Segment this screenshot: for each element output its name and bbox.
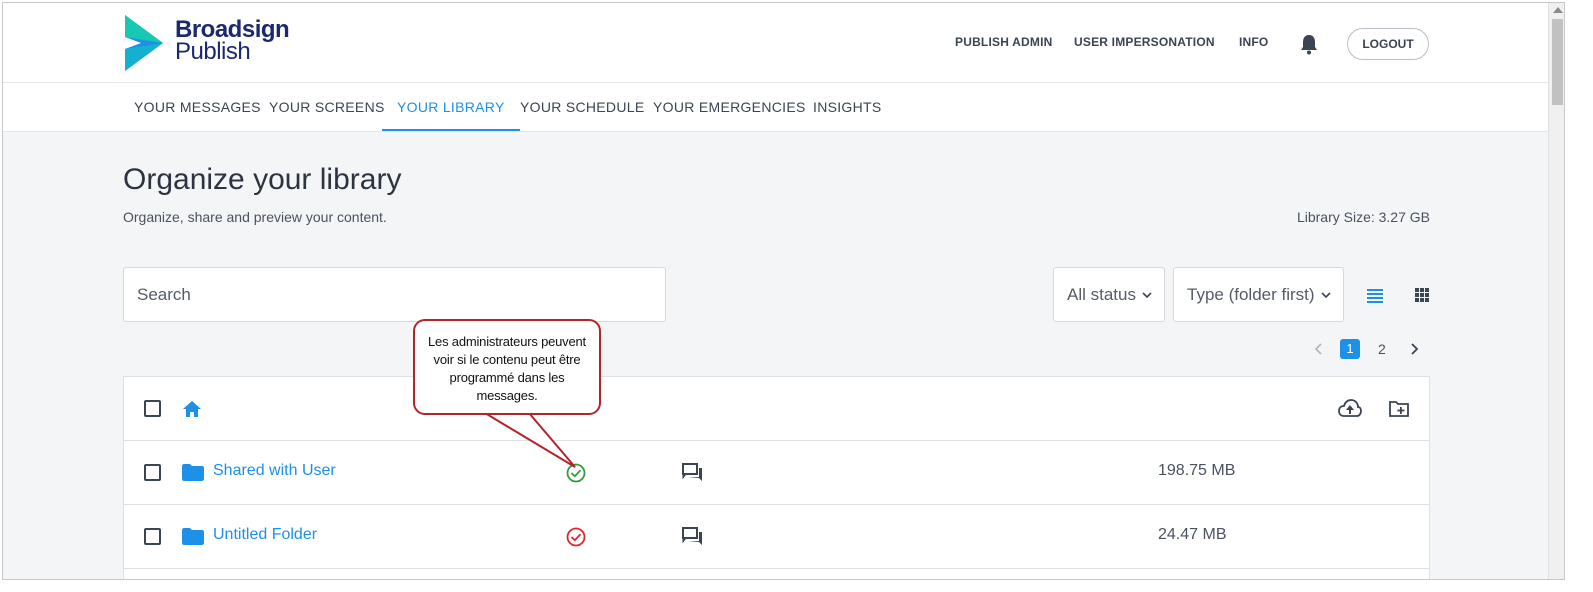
nav-info[interactable]: INFO	[1239, 35, 1268, 49]
home-icon[interactable]	[182, 400, 202, 418]
chevron-down-icon	[1321, 292, 1331, 299]
tab-insights[interactable]: INSIGHTS	[813, 83, 882, 131]
folder-name-link[interactable]: Shared with User	[213, 462, 336, 480]
chevron-down-icon	[1142, 292, 1152, 299]
search-input[interactable]	[123, 267, 666, 322]
table-header-row	[124, 377, 1429, 441]
tab-your-messages[interactable]: YOUR MESSAGES	[134, 83, 261, 131]
tab-your-schedule[interactable]: YOUR SCHEDULE	[520, 83, 644, 131]
page-subtitle: Organize, share and preview your content…	[123, 209, 387, 225]
logo-mark-icon	[125, 15, 163, 71]
row-checkbox[interactable]	[144, 464, 161, 481]
page-button-current[interactable]: 1	[1340, 339, 1360, 359]
tab-your-emergencies[interactable]: YOUR EMERGENCIES	[653, 83, 806, 131]
select-all-checkbox[interactable]	[144, 400, 161, 417]
check-circle-icon	[566, 463, 586, 483]
upload-cloud-icon[interactable]	[1337, 398, 1363, 420]
tab-your-screens[interactable]: YOUR SCREENS	[269, 83, 385, 131]
library-size: Library Size: 3.27 GB	[1296, 209, 1430, 225]
folder-icon	[182, 528, 204, 545]
main-tabs: YOUR MESSAGES YOUR SCREENS YOUR LIBRARY …	[3, 83, 1548, 132]
scrollbar-thumb[interactable]	[1552, 19, 1563, 105]
nav-publish-admin[interactable]: PUBLISH ADMIN	[955, 35, 1053, 49]
folder-size: 24.47 MB	[1158, 526, 1227, 543]
list-view-icon[interactable]	[1365, 285, 1385, 305]
brand-logo[interactable]: Broadsign Publish	[123, 13, 303, 73]
row-checkbox[interactable]	[144, 528, 161, 545]
chevron-left-icon[interactable]	[1314, 343, 1324, 355]
scroll-up-icon[interactable]	[1553, 7, 1563, 13]
page-button-2[interactable]: 2	[1378, 339, 1386, 359]
grid-view-icon[interactable]	[1412, 285, 1432, 305]
sort-label: Type (folder first)	[1187, 285, 1315, 304]
messages-icon[interactable]	[682, 527, 704, 547]
brand-name-line2: Publish	[175, 38, 251, 65]
new-folder-icon[interactable]	[1388, 399, 1410, 419]
tab-your-library[interactable]: YOUR LIBRARY	[382, 83, 520, 131]
check-circle-icon	[566, 527, 586, 547]
status-filter-select[interactable]: All status	[1053, 267, 1165, 322]
app-window: Broadsign Publish PUBLISH ADMIN USER IMP…	[2, 2, 1565, 580]
brand-name: Broadsign Publish	[175, 18, 290, 65]
sort-select[interactable]: Type (folder first)	[1173, 267, 1344, 322]
folder-icon	[182, 464, 204, 481]
messages-icon[interactable]	[682, 463, 704, 483]
logout-button[interactable]: LOGOUT	[1347, 28, 1429, 60]
annotation-callout: Les administrateurs peuvent voir si le c…	[413, 319, 601, 415]
bell-icon[interactable]	[1299, 33, 1319, 55]
table-row[interactable]: Shared with User 198.75 MB	[124, 441, 1429, 505]
table-row[interactable]: Untitled Folder 24.47 MB	[124, 505, 1429, 569]
status-filter-label: All status	[1067, 285, 1136, 304]
chevron-right-icon[interactable]	[1409, 343, 1419, 355]
nav-user-impersonation[interactable]: USER IMPERSONATION	[1074, 35, 1215, 49]
top-header: Broadsign Publish PUBLISH ADMIN USER IMP…	[3, 3, 1548, 83]
library-table: Shared with User 198.75 MB Untitled Fold…	[123, 376, 1430, 579]
folder-size: 198.75 MB	[1158, 462, 1236, 479]
page-title: Organize your library	[123, 163, 402, 196]
folder-name-link[interactable]: Untitled Folder	[213, 526, 317, 544]
vertical-scrollbar[interactable]	[1548, 3, 1564, 579]
